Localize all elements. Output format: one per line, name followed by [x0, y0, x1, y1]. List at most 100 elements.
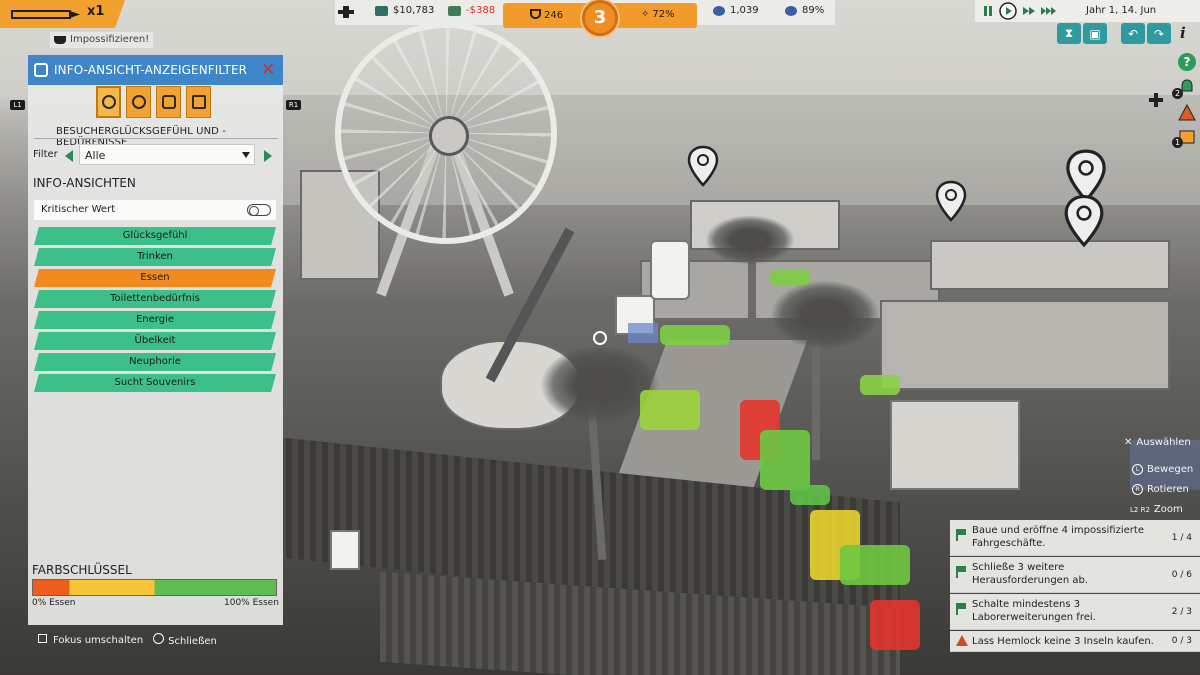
guest-crowd: [770, 270, 810, 285]
color-key-max: 100% Essen: [224, 598, 279, 608]
panel-title: INFO-ANSICHT-ANZEIGENFILTER: [54, 63, 248, 77]
zoom-triggers-icon: L2 R2: [1130, 505, 1150, 514]
objective-count: 2 / 3: [1171, 607, 1192, 617]
tab-guest-mood[interactable]: [126, 86, 151, 118]
view-button-happiness[interactable]: Glücksgefühl: [34, 227, 276, 245]
left-stick-icon: L: [1132, 464, 1143, 475]
flag-icon: [956, 566, 966, 578]
redo-icon: ↷: [1153, 26, 1165, 41]
mood-icon: [131, 95, 146, 109]
map-pin-icon[interactable]: [686, 145, 720, 189]
objective-count: 0 / 6: [1171, 570, 1192, 580]
money-display[interactable]: $10,783: [375, 5, 434, 16]
food-stall[interactable]: [890, 400, 1020, 490]
impossify-button[interactable]: Impossifizieren!: [50, 32, 154, 48]
guest-count-display[interactable]: 1,039: [713, 5, 759, 16]
critical-value-row[interactable]: Kritischer Wert: [34, 200, 276, 220]
tab-staff[interactable]: [156, 86, 181, 118]
focus-toggle-hint[interactable]: Fokus umschalten: [38, 634, 143, 646]
sparkle-icon: ✧: [641, 9, 650, 20]
divider: [34, 138, 278, 139]
filter-label: Filter: [33, 149, 58, 160]
research-value: 246: [544, 10, 564, 21]
filter-next-icon[interactable]: [264, 150, 272, 162]
panel-header: INFO-ANSICHT-ANZEIGENFILTER ✕: [28, 55, 283, 85]
tab-guest-needs[interactable]: [96, 86, 121, 118]
happiness-display[interactable]: 89%: [785, 5, 824, 16]
gamepad-icon[interactable]: [338, 6, 354, 18]
warning-icon: [956, 635, 968, 646]
happiness-icon: [785, 5, 797, 16]
guests-icon: [101, 95, 116, 109]
cross-button-icon: ✕: [1124, 437, 1133, 448]
ferris-wheel[interactable]: [335, 22, 557, 244]
money-delta-display[interactable]: -$388: [448, 5, 495, 16]
objective-item[interactable]: Schließe 3 weitere Herausforderungen ab.…: [950, 557, 1200, 593]
pause-icon[interactable]: [981, 4, 995, 18]
flag-icon: [956, 529, 966, 541]
guest-crowd: [870, 600, 920, 650]
fast-forward-icon[interactable]: [1022, 4, 1036, 18]
profit-icon: [448, 5, 461, 16]
square-button-icon: [38, 634, 47, 643]
research-icon: [530, 9, 541, 19]
select-label: Auswählen: [1136, 437, 1191, 448]
alert-icon[interactable]: [1178, 104, 1196, 122]
money-delta-value: -$388: [466, 5, 496, 16]
objective-item-warning[interactable]: Lass Hemlock keine 3 Inseln kaufen. 0 / …: [950, 631, 1200, 652]
view-button-energy[interactable]: Energie: [34, 311, 276, 329]
drink-stall[interactable]: [650, 240, 690, 300]
money-icon: [375, 5, 388, 16]
time-controls: Jahr 1, 14. Jun: [975, 0, 1200, 22]
map-pin-icon[interactable]: [1062, 194, 1106, 250]
research-alert-count: 1: [1172, 137, 1183, 148]
objective-text: Baue und eröffne 4 impossifizierte Fahrg…: [972, 525, 1144, 549]
tab-buildings[interactable]: [186, 86, 211, 118]
redo-button[interactable]: ↷: [1147, 23, 1171, 44]
view-button-nausea[interactable]: Übelkeit: [34, 332, 276, 350]
kiosk[interactable]: [330, 530, 360, 570]
bottom-hints: Fokus umschalten Schließen: [38, 633, 217, 647]
view-button-drink[interactable]: Trinken: [34, 248, 276, 266]
flag-icon: [956, 603, 966, 615]
game-date: Jahr 1, 14. Jun: [1086, 5, 1157, 16]
objective-item[interactable]: Baue und eröffne 4 impossifizierte Fahrg…: [950, 520, 1200, 556]
hourglass-icon: ⧗: [1064, 26, 1074, 40]
pencil-count: x1: [87, 4, 105, 19]
view-button-toilet[interactable]: Toilettenbedürfnis: [34, 290, 276, 308]
objective-item[interactable]: Schalte mindestens 3 Laborerweiterungen …: [950, 594, 1200, 630]
info-view-filter-panel: INFO-ANSICHT-ANZEIGENFILTER ✕ BESUCHERGL…: [28, 55, 283, 625]
impossify-label: Impossifizieren!: [70, 34, 150, 45]
fastest-forward-icon[interactable]: [1041, 4, 1057, 18]
map-pin-icon[interactable]: [934, 180, 968, 224]
objective-text: Schließe 3 weitere Herausforderungen ab.: [972, 562, 1088, 586]
view-button-neuphoria[interactable]: Neuphorie: [34, 353, 276, 371]
close-hint[interactable]: Schließen: [153, 633, 217, 647]
critical-value-toggle[interactable]: [247, 204, 271, 216]
lab-building: [880, 300, 1170, 390]
palm-leaves: [705, 215, 795, 265]
notification-count: 2: [1172, 88, 1183, 99]
close-icon[interactable]: ✕: [261, 60, 275, 80]
gamepad-icon[interactable]: [1148, 93, 1164, 107]
objectives-list: Baue und eröffne 4 impossifizierte Fahrg…: [950, 520, 1200, 652]
undo-button[interactable]: ↶: [1121, 23, 1145, 44]
park-level-badge[interactable]: 3: [582, 0, 618, 36]
play-icon[interactable]: [999, 2, 1017, 20]
view-button-food[interactable]: Essen: [34, 269, 276, 287]
view-button-souvenir[interactable]: Sucht Souvenirs: [34, 374, 276, 392]
focus-toggle-label: Fokus umschalten: [53, 635, 144, 646]
close-label: Schließen: [168, 636, 217, 647]
info-icon[interactable]: i: [1180, 24, 1186, 42]
happiness-value: 89%: [802, 5, 825, 16]
filter-select[interactable]: Alle: [79, 144, 255, 165]
impossify-pencil-counter[interactable]: x1: [0, 0, 125, 28]
filter-prev-icon[interactable]: [65, 150, 73, 162]
money-value: $10,783: [393, 5, 435, 16]
guest-crowd: [860, 375, 900, 395]
guest-crowd: [840, 545, 910, 585]
critical-value-label: Kritischer Wert: [41, 204, 116, 215]
hourglass-button[interactable]: ⧗: [1057, 23, 1081, 44]
help-icon[interactable]: ?: [1178, 53, 1196, 71]
camera-button[interactable]: ▣: [1083, 23, 1107, 44]
